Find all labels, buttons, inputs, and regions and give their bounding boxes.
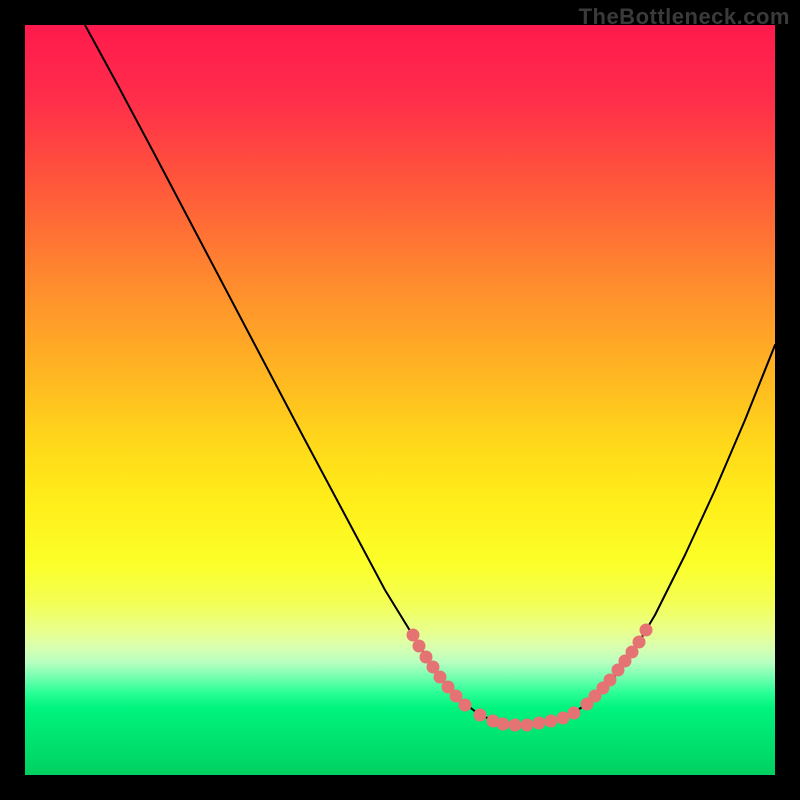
data-dot	[545, 715, 558, 728]
data-dot	[413, 640, 426, 653]
data-dot	[474, 709, 487, 722]
data-dot	[568, 707, 581, 720]
plot-area	[25, 25, 775, 775]
data-dot	[407, 629, 420, 642]
data-dots-right	[581, 624, 653, 711]
data-dot	[521, 719, 534, 732]
data-dots-left	[407, 629, 472, 712]
chart-container: TheBottleneck.com	[0, 0, 800, 800]
watermark-text: TheBottleneck.com	[579, 4, 790, 30]
data-dot	[497, 718, 510, 731]
data-dot	[459, 699, 472, 712]
bottleneck-curve	[85, 25, 775, 725]
data-dot	[533, 717, 546, 730]
data-dot	[509, 719, 522, 732]
curve-plot	[25, 25, 775, 775]
data-dots-bottom	[474, 707, 581, 732]
data-dot	[633, 636, 646, 649]
data-dot	[640, 624, 653, 637]
